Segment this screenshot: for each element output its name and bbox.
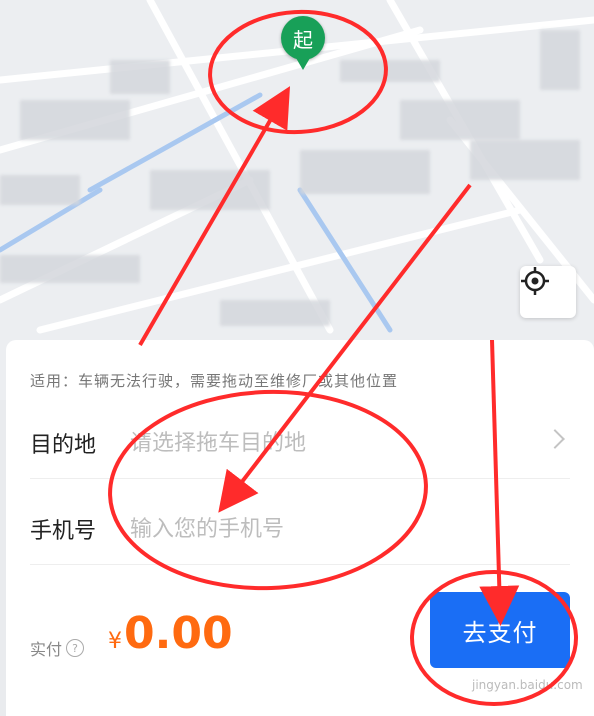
tow-order-sheet: 适用：车辆无法行驶，需要拖动至维修厂或其他位置 目的地 手机号 实付 ? ¥ 0…	[6, 340, 594, 716]
pay-button[interactable]: 去支付	[430, 592, 570, 668]
blurred-map-label	[340, 60, 440, 82]
currency-symbol: ¥	[108, 629, 122, 654]
start-pin-icon[interactable]: 起	[281, 16, 325, 70]
chevron-right-icon	[545, 429, 565, 449]
blurred-map-label	[300, 150, 430, 194]
start-pin-label: 起	[293, 27, 313, 52]
usage-hint: 适用：车辆无法行驶，需要拖动至维修厂或其他位置	[30, 372, 399, 390]
watermark: jingyan.baidu.com	[472, 678, 583, 692]
destination-row[interactable]: 目的地	[30, 408, 570, 479]
blurred-map-label	[540, 30, 580, 90]
blurred-map-label	[470, 140, 580, 180]
blurred-map-label	[110, 60, 170, 94]
crosshair-icon	[521, 267, 549, 295]
phone-label: 手机号	[30, 519, 97, 544]
blurred-map-label	[0, 255, 140, 283]
blurred-map-label	[400, 100, 520, 140]
blurred-map-label	[150, 170, 270, 210]
phone-input[interactable]	[130, 516, 530, 542]
price-amount: 0.00	[124, 608, 233, 659]
paid-label-text: 实付	[30, 640, 63, 659]
locate-button[interactable]	[520, 266, 576, 318]
price-display: ¥ 0.00	[108, 608, 233, 659]
destination-label: 目的地	[30, 433, 97, 458]
blurred-map-label	[20, 100, 130, 140]
blurred-map-label	[0, 175, 80, 205]
phone-row[interactable]: 手机号	[30, 494, 570, 565]
paid-label: 实付 ?	[30, 636, 85, 660]
help-icon[interactable]: ?	[66, 639, 85, 657]
destination-input[interactable]	[130, 430, 530, 456]
blurred-map-label	[220, 300, 330, 326]
